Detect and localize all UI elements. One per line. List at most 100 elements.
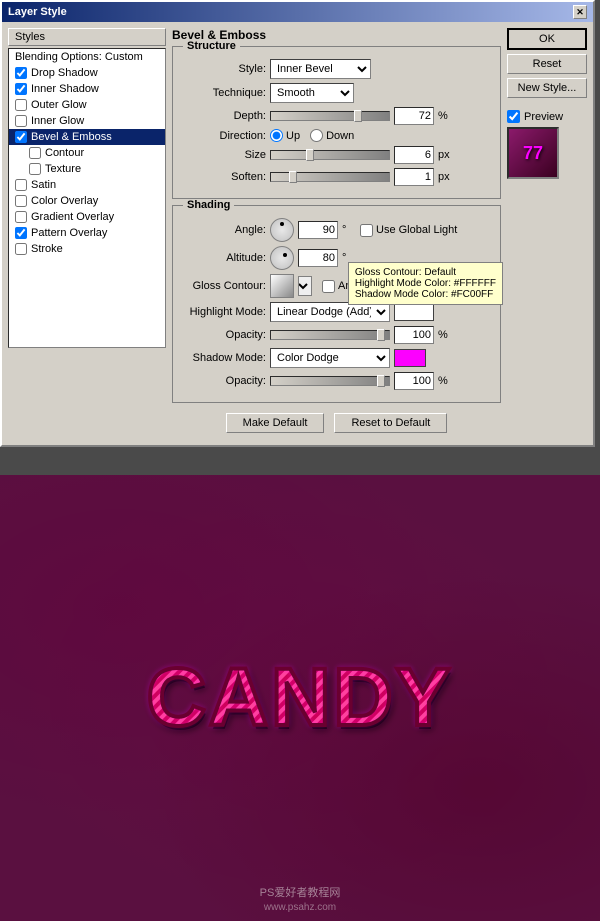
- opacity2-row: Opacity: %: [181, 372, 492, 390]
- shadow-mode-select[interactable]: Color Dodge Multiply Screen: [270, 348, 390, 368]
- new-style-button[interactable]: New Style...: [507, 78, 587, 98]
- layer-item-gradient-overlay[interactable]: Gradient Overlay: [9, 209, 165, 225]
- tooltip-line1: Gloss Contour: Default: [355, 267, 496, 278]
- layer-item-inner-glow[interactable]: Inner Glow: [9, 113, 165, 129]
- altitude-input[interactable]: [298, 249, 338, 267]
- opacity1-slider-track[interactable]: [270, 330, 390, 340]
- layer-item-satin[interactable]: Satin: [9, 177, 165, 193]
- layer-item-pattern-overlay[interactable]: Pattern Overlay: [9, 225, 165, 241]
- texture-checkbox[interactable]: [29, 163, 41, 175]
- preview-checkbox[interactable]: [507, 110, 520, 123]
- shadow-color-swatch[interactable]: [394, 349, 426, 367]
- anti-aliased-checkbox[interactable]: [322, 280, 335, 293]
- layer-item-drop-shadow[interactable]: Drop Shadow: [9, 65, 165, 81]
- reset-button[interactable]: Reset: [507, 54, 587, 74]
- style-select[interactable]: Inner Bevel Outer Bevel Emboss Pillow Em…: [270, 59, 371, 79]
- preview-swatch: 77: [507, 127, 559, 179]
- satin-label: Satin: [31, 179, 56, 191]
- layer-item-stroke[interactable]: Stroke: [9, 241, 165, 257]
- angle-circle[interactable]: [270, 218, 294, 242]
- soften-slider-thumb[interactable]: [289, 171, 297, 183]
- dialog-body: Styles Blending Options: Custom Drop Sha…: [2, 22, 593, 445]
- highlight-color-swatch[interactable]: [394, 303, 434, 321]
- opacity2-slider-thumb[interactable]: [377, 375, 385, 387]
- satin-checkbox[interactable]: [15, 179, 27, 191]
- inner-shadow-checkbox[interactable]: [15, 83, 27, 95]
- preview-text: 77: [523, 143, 543, 164]
- opacity1-input[interactable]: [394, 326, 434, 344]
- ok-button[interactable]: OK: [507, 28, 587, 50]
- opacity1-slider-thumb[interactable]: [377, 329, 385, 341]
- structure-section: Structure Style: Inner Bevel Outer Bevel…: [172, 46, 501, 199]
- highlight-mode-select[interactable]: Linear Dodge (Add) Screen Multiply: [270, 302, 390, 322]
- inner-glow-checkbox[interactable]: [15, 115, 27, 127]
- global-light-label[interactable]: Use Global Light: [360, 224, 457, 237]
- gloss-contour-dropdown[interactable]: [298, 276, 312, 296]
- opacity2-label: Opacity:: [181, 375, 266, 387]
- bottom-buttons: Make Default Reset to Default: [172, 407, 501, 439]
- stroke-label: Stroke: [31, 243, 63, 255]
- highlight-mode-row: Highlight Mode: Linear Dodge (Add) Scree…: [181, 302, 492, 322]
- soften-input[interactable]: [394, 168, 434, 186]
- pattern-overlay-checkbox[interactable]: [15, 227, 27, 239]
- size-input[interactable]: [394, 146, 434, 164]
- drop-shadow-label: Drop Shadow: [31, 67, 98, 79]
- size-slider-thumb[interactable]: [306, 149, 314, 161]
- layer-item-texture[interactable]: Texture: [9, 161, 165, 177]
- soften-unit: px: [438, 171, 452, 183]
- layer-item-bevel-emboss[interactable]: Bevel & Emboss: [9, 129, 165, 145]
- stroke-checkbox[interactable]: [15, 243, 27, 255]
- layer-item-outer-glow[interactable]: Outer Glow: [9, 97, 165, 113]
- color-overlay-label: Color Overlay: [31, 195, 98, 207]
- main-panel: Bevel & Emboss Structure Style: Inner Be…: [172, 28, 501, 439]
- layer-item-blending[interactable]: Blending Options: Custom: [9, 49, 165, 65]
- direction-down-radio[interactable]: [310, 129, 323, 142]
- layer-style-dialog: Layer Style ✕ Styles Blending Options: C…: [0, 0, 595, 447]
- bevel-emboss-checkbox[interactable]: [15, 131, 27, 143]
- styles-header[interactable]: Styles: [8, 28, 166, 46]
- altitude-dot: [283, 253, 287, 257]
- preview-label[interactable]: Preview: [507, 110, 587, 123]
- soften-slider-track[interactable]: [270, 172, 390, 182]
- gloss-contour-preview[interactable]: [270, 274, 294, 298]
- svg-text:CANDY: CANDY: [147, 652, 454, 743]
- layer-item-inner-shadow[interactable]: Inner Shadow: [9, 81, 165, 97]
- watermark: PS爱好者教程网 www.psahz.com: [260, 884, 341, 913]
- altitude-circle[interactable]: [270, 246, 294, 270]
- opacity2-input[interactable]: [394, 372, 434, 390]
- opacity2-slider-track[interactable]: [270, 376, 390, 386]
- depth-slider-thumb[interactable]: [354, 110, 362, 122]
- outer-glow-checkbox[interactable]: [15, 99, 27, 111]
- style-row: Style: Inner Bevel Outer Bevel Emboss Pi…: [181, 59, 492, 79]
- dialog-title: Layer Style: [8, 6, 67, 18]
- depth-input[interactable]: [394, 107, 434, 125]
- layer-list: Blending Options: Custom Drop Shadow Inn…: [8, 48, 166, 348]
- reset-to-default-button[interactable]: Reset to Default: [334, 413, 447, 433]
- angle-row: Angle: ° Use Global Light: [181, 218, 492, 242]
- gradient-overlay-checkbox[interactable]: [15, 211, 27, 223]
- contour-checkbox[interactable]: [29, 147, 41, 159]
- direction-down-label[interactable]: Down: [310, 129, 354, 142]
- global-light-checkbox[interactable]: [360, 224, 373, 237]
- layer-item-color-overlay[interactable]: Color Overlay: [9, 193, 165, 209]
- layer-item-contour[interactable]: Contour: [9, 145, 165, 161]
- highlight-mode-label: Highlight Mode:: [181, 306, 266, 318]
- depth-row: Depth: %: [181, 107, 492, 125]
- depth-slider-track[interactable]: [270, 111, 390, 121]
- size-label: Size: [181, 149, 266, 161]
- make-default-button[interactable]: Make Default: [226, 413, 325, 433]
- close-button[interactable]: ✕: [573, 5, 587, 19]
- technique-label: Technique:: [181, 87, 266, 99]
- shadow-mode-label: Shadow Mode:: [181, 352, 266, 364]
- size-slider-track[interactable]: [270, 150, 390, 160]
- texture-label: Texture: [45, 163, 81, 175]
- direction-up-radio[interactable]: [270, 129, 283, 142]
- contour-label: Contour: [45, 147, 84, 159]
- color-overlay-checkbox[interactable]: [15, 195, 27, 207]
- drop-shadow-checkbox[interactable]: [15, 67, 27, 79]
- angle-input[interactable]: [298, 221, 338, 239]
- angle-dot: [280, 222, 284, 226]
- structure-content: Style: Inner Bevel Outer Bevel Emboss Pi…: [173, 47, 500, 198]
- technique-select[interactable]: Smooth Chisel Hard Chisel Soft: [270, 83, 354, 103]
- direction-up-label[interactable]: Up: [270, 129, 300, 142]
